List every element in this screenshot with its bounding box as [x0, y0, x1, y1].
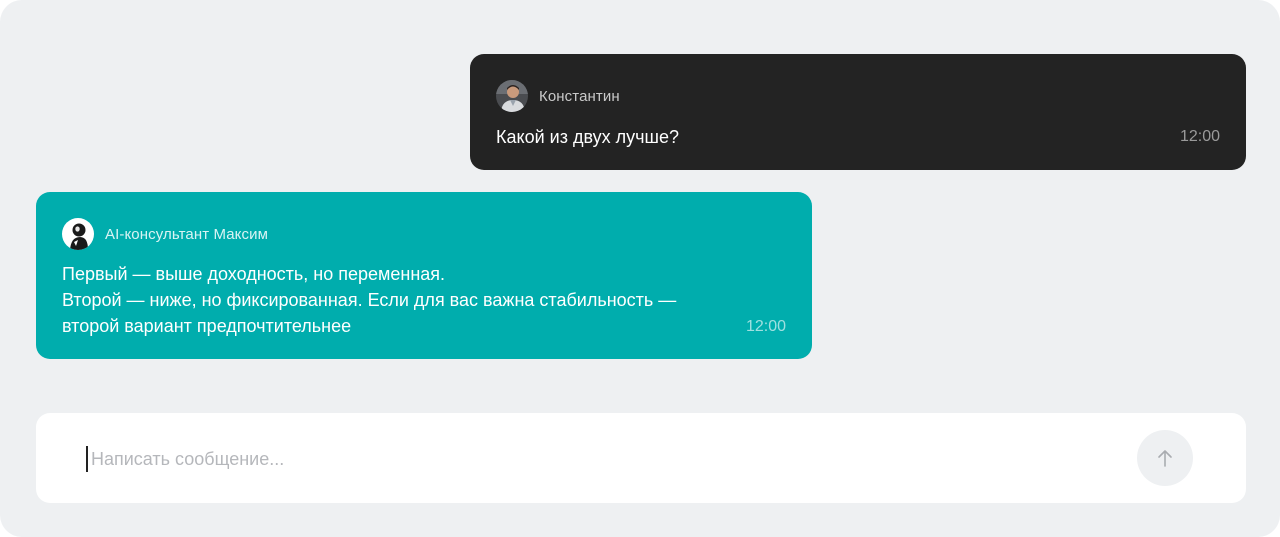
bot-message-text: Первый — выше доходность, но переменная.… [62, 264, 677, 336]
bot-message-bubble: AI-консультант Максим Первый — выше дохо… [36, 192, 812, 359]
bot-avatar [62, 218, 94, 250]
message-composer [36, 413, 1246, 503]
user-message-header: Константин [496, 80, 620, 112]
send-button[interactable] [1137, 430, 1193, 486]
message-input[interactable] [86, 446, 1086, 472]
user-message-bubble: Константин Какой из двух лучше? 12:00 [470, 54, 1246, 170]
bot-message-header: AI-консультант Максим [62, 218, 268, 250]
user-message-time: 12:00 [1179, 128, 1220, 145]
user-avatar [496, 80, 528, 112]
bot-message-time: 12:00 [745, 318, 786, 335]
arrow-up-icon [1158, 450, 1172, 467]
user-sender-name: Константин [539, 87, 620, 105]
bot-sender-name: AI-консультант Максим [105, 225, 268, 243]
chat-panel: Константин Какой из двух лучше? 12:00 AI… [0, 0, 1280, 537]
user-message-text: Какой из двух лучше? [496, 127, 679, 147]
